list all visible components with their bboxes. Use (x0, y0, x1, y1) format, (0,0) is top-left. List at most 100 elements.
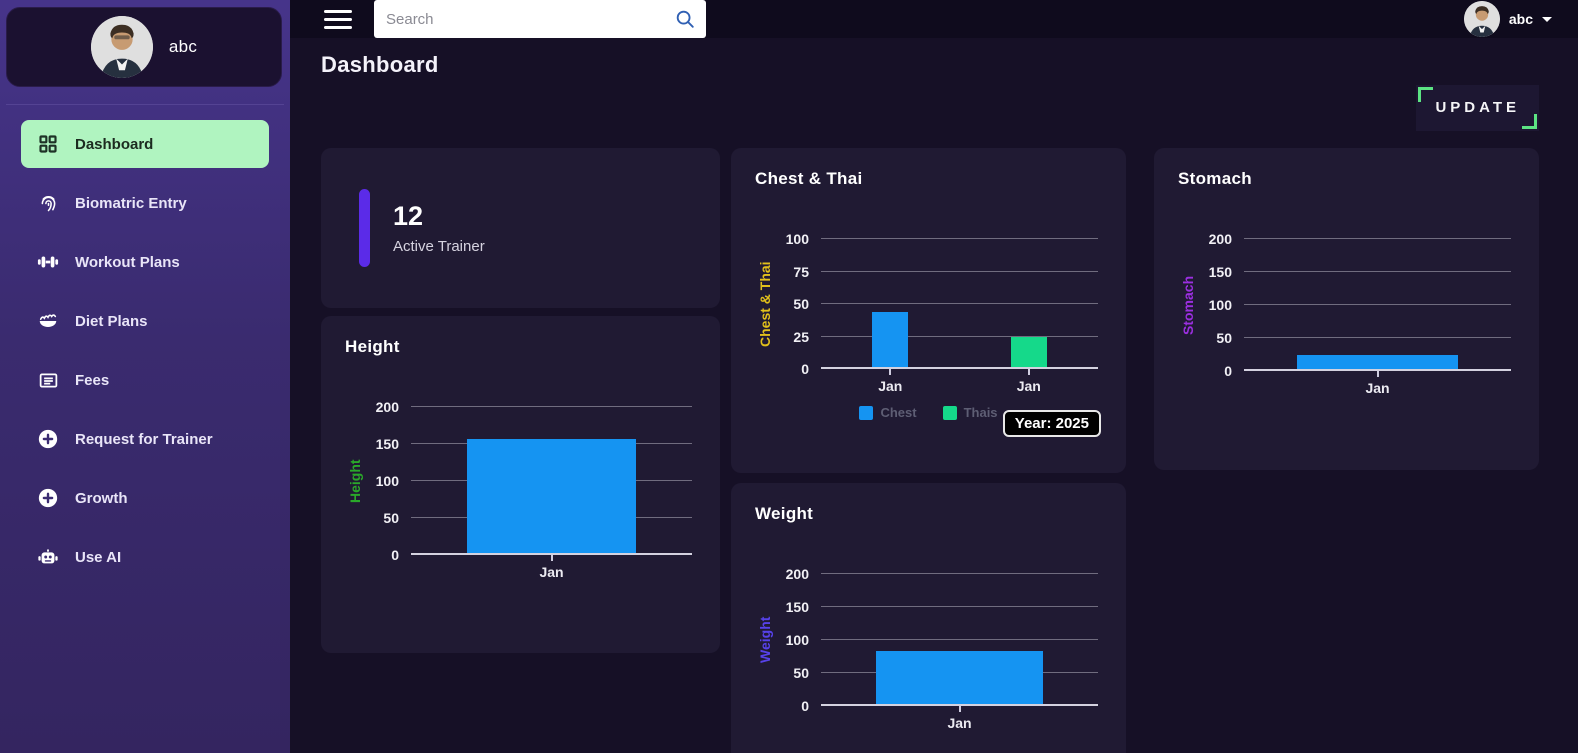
gridline (821, 639, 1098, 640)
update-button-label: UPDATE (1435, 99, 1520, 116)
y-tick-label: 200 (786, 566, 809, 582)
grid-icon (36, 132, 60, 156)
y-axis-ticks: 050100150200 (775, 574, 821, 706)
stat-accent-bar (359, 189, 370, 267)
chart-bar[interactable] (876, 651, 1042, 706)
sidebar-item-workout-plans[interactable]: Workout Plans (21, 238, 269, 286)
y-axis-ticks: 050100150200 (365, 407, 411, 555)
hamburger-menu-icon[interactable] (324, 10, 352, 29)
chart-title: Chest & Thai (755, 169, 1102, 189)
gridline (821, 303, 1098, 304)
x-axis-labels: Jan (411, 555, 692, 585)
y-axis-label: Weight (755, 574, 775, 706)
gridline (1244, 271, 1511, 272)
sidebar-item-dashboard[interactable]: Dashboard (21, 120, 269, 168)
chart-bar[interactable] (467, 439, 636, 555)
chart-bar[interactable] (872, 312, 908, 369)
gridline (411, 553, 692, 555)
y-tick-label: 0 (801, 361, 809, 377)
x-axis-labels: JanJan (821, 369, 1098, 399)
search-icon[interactable] (674, 8, 696, 35)
sidebar-item-use-ai[interactable]: Use AI (21, 533, 269, 581)
profile-name: abc (169, 37, 197, 57)
y-tick-label: 100 (376, 473, 399, 489)
gridline (821, 271, 1098, 272)
plot-area (821, 574, 1098, 706)
x-axis-labels: Jan (1244, 371, 1511, 401)
gridline (821, 606, 1098, 607)
y-tick-label: 0 (801, 698, 809, 714)
sidebar-divider (6, 104, 284, 105)
user-avatar (1464, 1, 1500, 37)
y-tick-label: 150 (376, 436, 399, 452)
sidebar-item-request-for-trainer[interactable]: Request for Trainer (21, 415, 269, 463)
legend-swatch (943, 406, 957, 420)
legend-item[interactable]: Chest (859, 405, 916, 420)
legend-label: Thais (964, 405, 998, 420)
user-name: abc (1509, 11, 1533, 27)
chart-title: Stomach (1178, 169, 1515, 189)
sidebar-item-fees[interactable]: Fees (21, 356, 269, 404)
legend-swatch (859, 406, 873, 420)
sidebar-item-label: Fees (75, 372, 109, 389)
corner-bracket (1418, 87, 1433, 102)
weight-chart-card: Weight Weight 050100150200 Jan (731, 483, 1126, 753)
sidebar-item-label: Diet Plans (75, 313, 148, 330)
main-area: abc Dashboard UPDATE 12 Active Trainer (290, 0, 1578, 753)
x-axis-labels: Jan (821, 706, 1098, 736)
robot-icon (36, 545, 60, 569)
plus-circle-icon (36, 427, 60, 451)
gridline (821, 238, 1098, 239)
chart-bar[interactable] (1011, 337, 1047, 370)
height-chart-card: Height Height 050100150200 Jan (321, 316, 720, 653)
sidebar-item-label: Growth (75, 490, 128, 507)
y-tick-label: 100 (1209, 297, 1232, 313)
x-tick-mark (889, 369, 891, 375)
search-box (374, 0, 706, 38)
y-tick-label: 50 (383, 510, 399, 526)
x-tick-mark (551, 555, 553, 561)
y-axis-label: Stomach (1178, 239, 1198, 371)
x-tick-mark (959, 706, 961, 712)
sidebar-item-growth[interactable]: Growth (21, 474, 269, 522)
chart-title: Height (345, 337, 696, 357)
user-avatar (91, 16, 153, 78)
active-trainer-card: 12 Active Trainer (321, 148, 720, 308)
x-tick-label: Jan (539, 564, 563, 580)
list-icon (36, 368, 60, 392)
topbar: abc (290, 0, 1578, 38)
gridline (821, 336, 1098, 337)
sidebar-item-label: Request for Trainer (75, 431, 213, 448)
x-tick-label: Jan (878, 378, 902, 394)
gridline (821, 573, 1098, 574)
legend-item[interactable]: Thais (943, 405, 998, 420)
chevron-down-icon (1542, 17, 1552, 22)
plot-area (821, 239, 1098, 369)
active-trainer-label: Active Trainer (393, 238, 485, 255)
y-tick-label: 50 (793, 665, 809, 681)
sidebar-item-diet-plans[interactable]: Diet Plans (21, 297, 269, 345)
fingerprint-icon (36, 191, 60, 215)
chest-thai-chart-card: Chest & Thai Chest & Thai 0255075100 Jan… (731, 148, 1126, 473)
y-tick-label: 150 (786, 599, 809, 615)
sidebar: abc Dashboard Biomatric Entry (0, 0, 290, 753)
y-tick-label: 0 (1224, 363, 1232, 379)
chart-title: Weight (755, 504, 1102, 524)
update-button[interactable]: UPDATE (1416, 85, 1539, 131)
search-input[interactable] (374, 0, 706, 38)
corner-bracket (1522, 114, 1537, 129)
sidebar-profile-card: abc (6, 7, 282, 87)
dumbbell-icon (36, 250, 60, 274)
sidebar-item-biomatric-entry[interactable]: Biomatric Entry (21, 179, 269, 227)
y-tick-label: 75 (793, 264, 809, 280)
sidebar-item-label: Biomatric Entry (75, 195, 187, 212)
y-tick-label: 100 (786, 231, 809, 247)
gridline (411, 406, 692, 407)
x-tick-mark (1377, 371, 1379, 377)
plus-circle-icon (36, 486, 60, 510)
y-tick-label: 50 (793, 296, 809, 312)
user-menu[interactable]: abc (1464, 1, 1552, 37)
year-tooltip: Year: 2025 (1003, 410, 1101, 437)
sidebar-item-label: Use AI (75, 549, 121, 566)
gridline (1244, 337, 1511, 338)
